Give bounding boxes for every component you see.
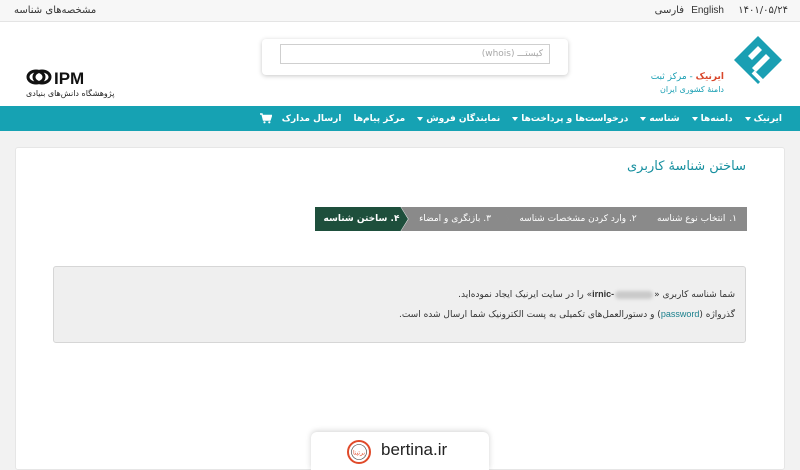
chevron-down-icon bbox=[744, 116, 751, 121]
chevron-down-icon bbox=[417, 116, 424, 121]
step-2: ۲. وارد کردن مشخصات شناسه bbox=[501, 207, 655, 231]
header: IPM پژوهشگاه دانش‌های بنیادی ایرنیک - مر… bbox=[0, 22, 800, 106]
watermark-text: bertina.ir bbox=[381, 440, 448, 459]
language-persian[interactable]: فارسی bbox=[655, 5, 684, 16]
chevron-down-icon bbox=[512, 116, 519, 121]
bertina-logo-icon: برتینا bbox=[347, 440, 371, 464]
page-title: ساختن شناسهٔ کاربری bbox=[626, 159, 746, 174]
svg-text:برتینا: برتینا bbox=[353, 450, 365, 457]
success-message-box: شما شناسه کاربری «-irnic» را در سایت ایر… bbox=[53, 266, 746, 343]
step-3: ۳. بازنگری و امضاء bbox=[401, 207, 509, 231]
main-panel: ساختن شناسهٔ کاربری ۱. انتخاب نوع شناسه … bbox=[15, 147, 785, 470]
irnic-brand-line1: ایرنیک - مرکز ثبت bbox=[650, 72, 724, 82]
main-navbar: ایرنیک دامنه‌ها شناسه درخواست‌ها و پرداخ… bbox=[0, 106, 800, 131]
nav-item-domains[interactable]: دامنه‌ها bbox=[686, 106, 739, 131]
nav-item-send-documents[interactable]: ارسال مدارک bbox=[276, 106, 348, 131]
irnic-logo-icon bbox=[734, 36, 782, 84]
current-date: ۱۴۰۱/۰۵/۲۴ bbox=[738, 5, 788, 16]
whois-search-card bbox=[262, 39, 568, 75]
irnic-brand-line2: دامنهٔ کشوری ایران bbox=[659, 85, 724, 94]
message-line-1: شما شناسه کاربری «-irnic» را در سایت ایر… bbox=[458, 289, 735, 300]
wizard-steps: ۱. انتخاب نوع شناسه ۲. وارد کردن مشخصات … bbox=[315, 207, 747, 231]
ipm-logo-icon: IPM bbox=[26, 69, 84, 87]
language-english[interactable]: English bbox=[691, 5, 724, 16]
chevron-down-icon bbox=[640, 116, 647, 121]
nav-item-resellers[interactable]: نمایندگان فروش bbox=[411, 106, 506, 131]
ipm-subtitle: پژوهشگاه دانش‌های بنیادی bbox=[26, 89, 115, 98]
step-1: ۱. انتخاب نوع شناسه bbox=[647, 207, 747, 231]
identities-link[interactable]: مشخصه‌های شناسه bbox=[14, 5, 96, 16]
nav-item-irnic[interactable]: ایرنیک bbox=[739, 106, 788, 131]
nav-item-identity[interactable]: شناسه bbox=[634, 106, 685, 131]
ipm-logo[interactable]: IPM پژوهشگاه دانش‌های بنیادی bbox=[26, 67, 126, 107]
redacted-username bbox=[615, 290, 654, 299]
nav-item-requests-payments[interactable]: درخواست‌ها و پرداخت‌ها bbox=[506, 106, 634, 131]
shopping-cart-icon[interactable] bbox=[259, 113, 272, 124]
irnic-logo[interactable]: ایرنیک - مرکز ثبت دامنهٔ کشوری ایران bbox=[646, 32, 786, 102]
message-line-2: گذرواژه (password) و دستورالعمل‌های تکمی… bbox=[398, 309, 735, 320]
chevron-down-icon bbox=[691, 116, 698, 121]
nav-item-message-center[interactable]: مرکز پیام‌ها bbox=[347, 106, 411, 131]
ipm-logo-text: IPM bbox=[54, 69, 84, 87]
whois-search-input[interactable] bbox=[280, 44, 550, 64]
watermark-badge: برتینا bertina.ir bbox=[311, 432, 489, 470]
main-nav: ایرنیک دامنه‌ها شناسه درخواست‌ها و پرداخ… bbox=[256, 106, 788, 131]
step-4-active: ۴. ساختن شناسه bbox=[315, 207, 408, 231]
top-bar: مشخصه‌های شناسه ۱۴۰۱/۰۵/۲۴ English فارسی bbox=[0, 0, 800, 22]
